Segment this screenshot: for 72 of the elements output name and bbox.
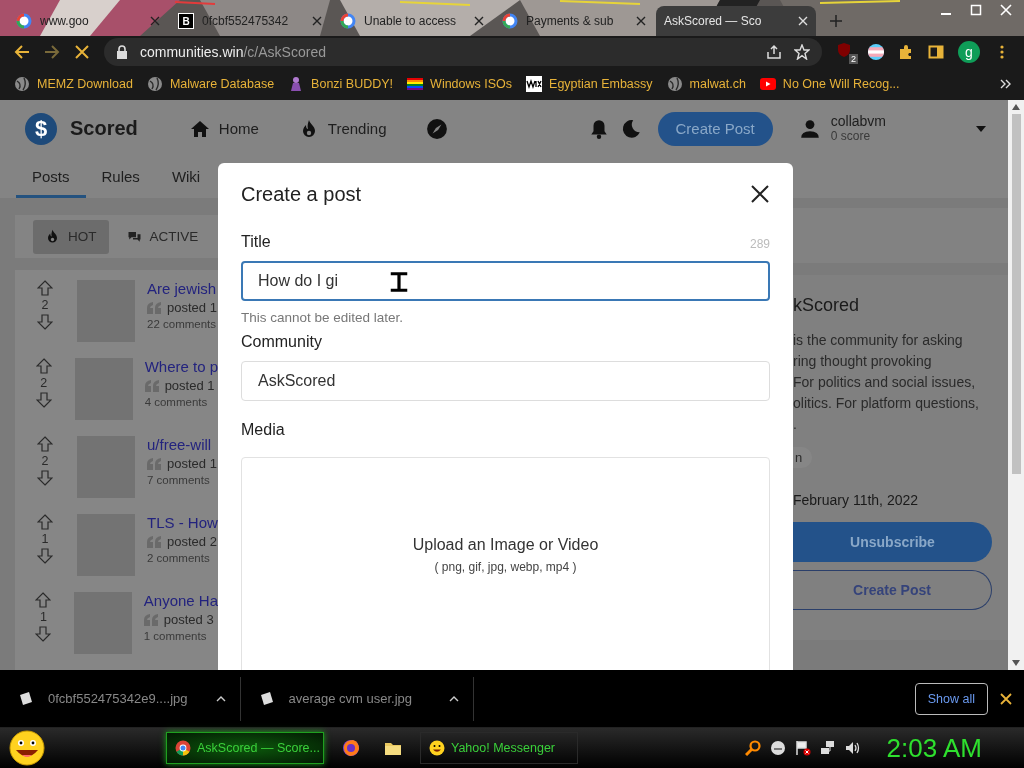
field-label: Community <box>241 333 322 351</box>
site-name[interactable]: Scored <box>70 117 138 140</box>
logo-badge[interactable]: $ <box>25 112 57 145</box>
user-score: 0 score <box>830 129 872 143</box>
browser-tab[interactable]: B 0fcbf552475342 <box>170 6 330 36</box>
browser-tab[interactable]: Unable to access <box>332 6 492 36</box>
file-formats: ( png, gif, jpg, webp, mp4 ) <box>434 560 577 574</box>
text-field[interactable]: AskScored <box>241 361 770 401</box>
nav-link[interactable]: Trending <box>298 118 387 139</box>
tab-favicon: B <box>178 13 194 29</box>
post-meta: posted 1 <box>164 378 215 393</box>
bookmark-item[interactable]: MEMZ Download <box>14 76 133 92</box>
post-title[interactable]: Are jewish <box>147 280 217 297</box>
text-field[interactable]: How do I gi <box>241 261 770 301</box>
comments-link[interactable]: 1 comments <box>143 630 218 642</box>
sort-tab[interactable]: HOT <box>33 219 109 254</box>
description-line: is the community for asking <box>793 331 964 350</box>
taskbar-button[interactable]: AskScored — Score... <box>166 732 324 764</box>
post-meta: posted 2 <box>167 534 217 549</box>
post-meta: posted 1 <box>167 456 217 471</box>
username[interactable]: collabvm <box>830 114 886 130</box>
bookmark-item[interactable]: No One Will Recog... <box>759 76 900 92</box>
show-all-button[interactable]: Show all <box>914 682 988 715</box>
browser-tab[interactable]: AskScored — Sco <box>656 6 816 36</box>
comments-link[interactable]: 2 comments <box>147 552 218 564</box>
post-title[interactable]: TLS - How <box>147 514 218 531</box>
download-item[interactable]: average cvm user.jpg <box>258 676 474 721</box>
bookmark-item[interactable]: Malware Database <box>146 76 275 92</box>
sort-tab[interactable]: ACTIVE <box>114 219 211 254</box>
character-counter: 289 <box>749 237 770 251</box>
post-title[interactable]: u/free-will <box>147 436 217 453</box>
nav-link[interactable]: Home <box>189 118 259 139</box>
post-title[interactable]: Anyone Ha <box>143 592 218 609</box>
post-meta: posted 1 <box>167 300 217 315</box>
bookmark-item[interactable]: Windows ISOs <box>407 76 513 92</box>
community-title: kScored <box>793 295 860 316</box>
description-line: ring thought provoking <box>793 352 933 371</box>
vote-count: 2 <box>40 376 48 390</box>
community-tab[interactable]: Posts <box>16 157 86 198</box>
comments-link[interactable]: 4 comments <box>144 396 218 408</box>
clock[interactable]: 2:03 AM <box>886 732 982 764</box>
bookmark-item[interactable]: malwat.ch <box>666 76 746 92</box>
create-post-button[interactable]: Create Post <box>657 111 773 146</box>
url-text: communities.win/c/AskScored <box>140 44 326 60</box>
vote-count: 1 <box>39 610 47 624</box>
address-bar[interactable]: communities.win/c/AskScored <box>104 38 822 66</box>
comments-link[interactable]: 7 comments <box>147 474 217 486</box>
upload-prompt: Upload an Image or Video <box>412 536 599 554</box>
community-tab[interactable]: Rules <box>85 157 156 198</box>
unsubscribe-button[interactable]: Unsubscribe <box>793 522 992 562</box>
post-title[interactable]: Where to p <box>144 358 218 375</box>
post-meta: posted 3 <box>163 612 214 627</box>
tag-chip: n <box>793 447 813 468</box>
created-date: February 11th, 2022 <box>793 492 919 508</box>
field-label: Title <box>241 233 271 251</box>
extension-badge: 2 <box>849 54 858 64</box>
taskbar-button[interactable]: Yahoo! Messenger <box>420 732 578 764</box>
bookmark-item[interactable]: Egyptian Embassy <box>526 76 653 92</box>
community-tab[interactable]: Wiki <box>155 157 217 198</box>
description-line: . <box>793 415 798 434</box>
field-label: Media <box>241 421 286 439</box>
description-line: olitics. For platform questions, <box>793 394 979 413</box>
profile-avatar[interactable]: g <box>958 41 980 63</box>
bookmark-item[interactable]: Bonzi BUDDY! <box>288 76 394 92</box>
vote-count: 2 <box>41 298 49 312</box>
description-line: For politics and social issues, <box>793 373 977 392</box>
dialog-title: Create a post <box>241 182 362 206</box>
help-text: This cannot be edited later. <box>241 310 405 325</box>
vote-count: 1 <box>41 532 49 546</box>
comments-link[interactable]: 22 comments <box>147 318 217 330</box>
download-item[interactable]: 0fcbf552475342e9....jpg <box>18 676 241 721</box>
vote-count: 2 <box>41 454 49 468</box>
